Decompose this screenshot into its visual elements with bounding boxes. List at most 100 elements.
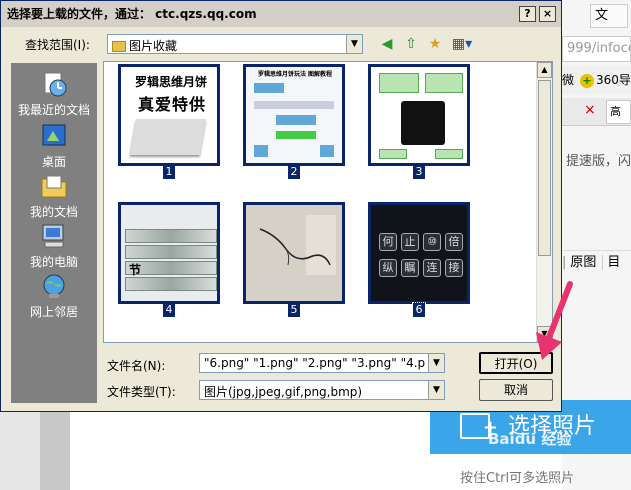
file-upload-dialog: 选择要上载的文件，通过： ctc.qzs.qq.com ? × 查找范围(I):… <box>0 0 562 412</box>
mooncake-box-image <box>129 119 207 155</box>
place-my-computer[interactable]: 我的电脑 <box>11 221 97 270</box>
dialog-title: 选择要上载的文件，通过： ctc.qzs.qq.com <box>1 1 561 27</box>
close-button[interactable]: × <box>539 6 556 22</box>
recent-documents-icon <box>44 72 67 97</box>
keypad-key: ⑩ <box>423 233 441 251</box>
file-thumbnail[interactable] <box>243 202 345 304</box>
diagram-block <box>379 73 419 93</box>
filename-value: "6.png" "1.png" "2.png" "3.png" "4.png <box>204 356 426 370</box>
cable-photo-image <box>246 205 342 301</box>
scroll-thumb[interactable] <box>538 80 551 256</box>
baidu-watermark: Baidu 经验 <box>488 430 572 448</box>
keypad-key: 何 <box>379 233 397 251</box>
pointer-arrow-icon <box>536 281 573 360</box>
network-places-icon <box>43 274 65 298</box>
place-label: 桌面 <box>41 155 66 169</box>
toolbar-text: 微 <box>562 73 575 87</box>
file-caption[interactable]: 5 <box>288 303 300 317</box>
keypad-key: 纵 <box>379 259 397 277</box>
multi-select-hint: 按住Ctrl可多选照片 <box>460 471 575 486</box>
image-options: | 原图目 <box>562 250 631 270</box>
chevron-down-icon[interactable]: ▼ <box>346 35 362 53</box>
thumb-text: 真爱特供 <box>137 95 206 114</box>
file-thumbnail[interactable]: 罗辑思维月饼玩法 图解教程 <box>243 64 345 166</box>
up-folder-icon[interactable]: ⇧ <box>401 34 421 54</box>
close-tab-icon[interactable]: × <box>584 102 596 118</box>
place-label: 我的文档 <box>29 205 78 219</box>
look-in-combo[interactable]: 图片收藏 ▼ <box>107 34 363 54</box>
thumb-text: 罗辑思维月饼 <box>134 75 207 89</box>
diagram-block <box>379 149 407 159</box>
separator-icon: | <box>562 255 567 270</box>
directory-option[interactable]: 目 <box>602 255 621 270</box>
chevron-down-icon[interactable]: ▼ <box>428 381 444 399</box>
thumb-text: 罗辑思维月饼玩法 图解教程 <box>257 71 333 78</box>
help-button[interactable]: ? <box>519 6 536 22</box>
folder-icon <box>112 41 126 52</box>
keypad-key: 瞩 <box>401 259 419 277</box>
diagram-block <box>320 145 334 157</box>
cancel-button[interactable]: 取消 <box>479 379 553 401</box>
filename-input[interactable]: "6.png" "1.png" "2.png" "3.png" "4.png ▼ <box>199 353 445 373</box>
browser-toolbar: 微 +360导 <box>562 66 631 94</box>
file-thumbnail[interactable]: 罗辑思维月饼 真爱特供 <box>118 64 220 166</box>
diagram-block <box>254 83 284 93</box>
keypad-key: 接 <box>445 259 463 277</box>
file-caption[interactable]: 4 <box>163 303 175 317</box>
file-caption[interactable]: 3 <box>413 165 425 179</box>
file-list[interactable]: 罗辑思维月饼 真爱特供 1 罗辑思维月饼玩法 图解教程 2 3 节 4 5 何 … <box>103 61 553 343</box>
place-network[interactable]: 网上邻居 <box>11 271 97 320</box>
look-in-value: 图片收藏 <box>129 39 178 53</box>
keypad-key: 倍 <box>445 233 463 251</box>
background-panel-dark <box>40 400 70 490</box>
filetype-label: 文件类型(T): <box>107 385 176 399</box>
diagram-block <box>276 131 316 139</box>
diagram-block <box>276 115 316 125</box>
banknote-image <box>125 245 217 259</box>
file-thumbnail[interactable]: 何 止 ⑩ 倍 纵 瞩 连 接 <box>368 202 470 304</box>
diagram-block <box>254 145 268 157</box>
diagram-block <box>254 101 334 109</box>
filetype-select[interactable]: 图片(jpg,jpeg,gif,png,bmp) ▼ <box>199 380 445 400</box>
filename-label: 文件名(N): <box>107 359 166 373</box>
banknote-image <box>125 277 217 291</box>
my-computer-icon <box>42 224 64 248</box>
place-label: 我的电脑 <box>29 255 78 269</box>
my-documents-icon <box>41 175 67 198</box>
file-thumbnail[interactable] <box>368 64 470 166</box>
scroll-up-icon[interactable]: ▲ <box>537 62 552 78</box>
speed-notice: 提速版，闪电 <box>566 154 631 169</box>
place-my-documents[interactable]: 我的文档 <box>11 171 97 220</box>
back-icon[interactable]: ◀ <box>377 34 397 54</box>
file-caption[interactable]: 6 <box>412 302 426 318</box>
secondary-tab[interactable]: 高 <box>606 100 631 124</box>
chevron-down-icon[interactable]: ▼ <box>428 354 444 372</box>
diagram-block <box>425 73 463 93</box>
place-desktop[interactable]: 桌面 <box>11 121 97 170</box>
keypad-key: 连 <box>423 259 441 277</box>
banknote-image <box>125 229 217 243</box>
look-in-label: 查找范围(I): <box>25 38 90 52</box>
file-thumbnail[interactable]: 节 <box>118 202 220 304</box>
toolbar-360-label[interactable]: 360导 <box>596 73 631 87</box>
desktop-icon <box>42 124 66 146</box>
places-bar: 我最近的文档 桌面 我的文档 我的电脑 网上邻居 <box>11 63 97 403</box>
place-label: 我最近的文档 <box>17 103 90 117</box>
file-caption[interactable]: 2 <box>288 165 300 179</box>
place-recent[interactable]: 我最近的文档 <box>11 69 97 118</box>
new-folder-icon[interactable]: ★ <box>425 34 445 54</box>
plus-360-icon[interactable]: + <box>580 73 595 88</box>
background-panel <box>0 400 40 490</box>
place-label: 网上邻居 <box>29 305 78 319</box>
view-menu-icon[interactable]: ▦▾ <box>449 34 475 54</box>
add-photo-icon <box>460 401 498 455</box>
qr-screen-image <box>401 101 445 145</box>
thumb-text: 节 <box>129 263 142 277</box>
secondary-tabs: × 高 <box>562 98 631 126</box>
diagram-block <box>435 149 463 159</box>
address-bar[interactable]: 999/infoce <box>562 36 631 62</box>
filetype-value: 图片(jpg,jpeg,gif,png,bmp) <box>204 385 363 399</box>
original-image-option[interactable]: 原图 <box>570 255 596 270</box>
file-caption[interactable]: 1 <box>163 165 175 179</box>
browser-tab[interactable]: 文 <box>590 4 628 28</box>
